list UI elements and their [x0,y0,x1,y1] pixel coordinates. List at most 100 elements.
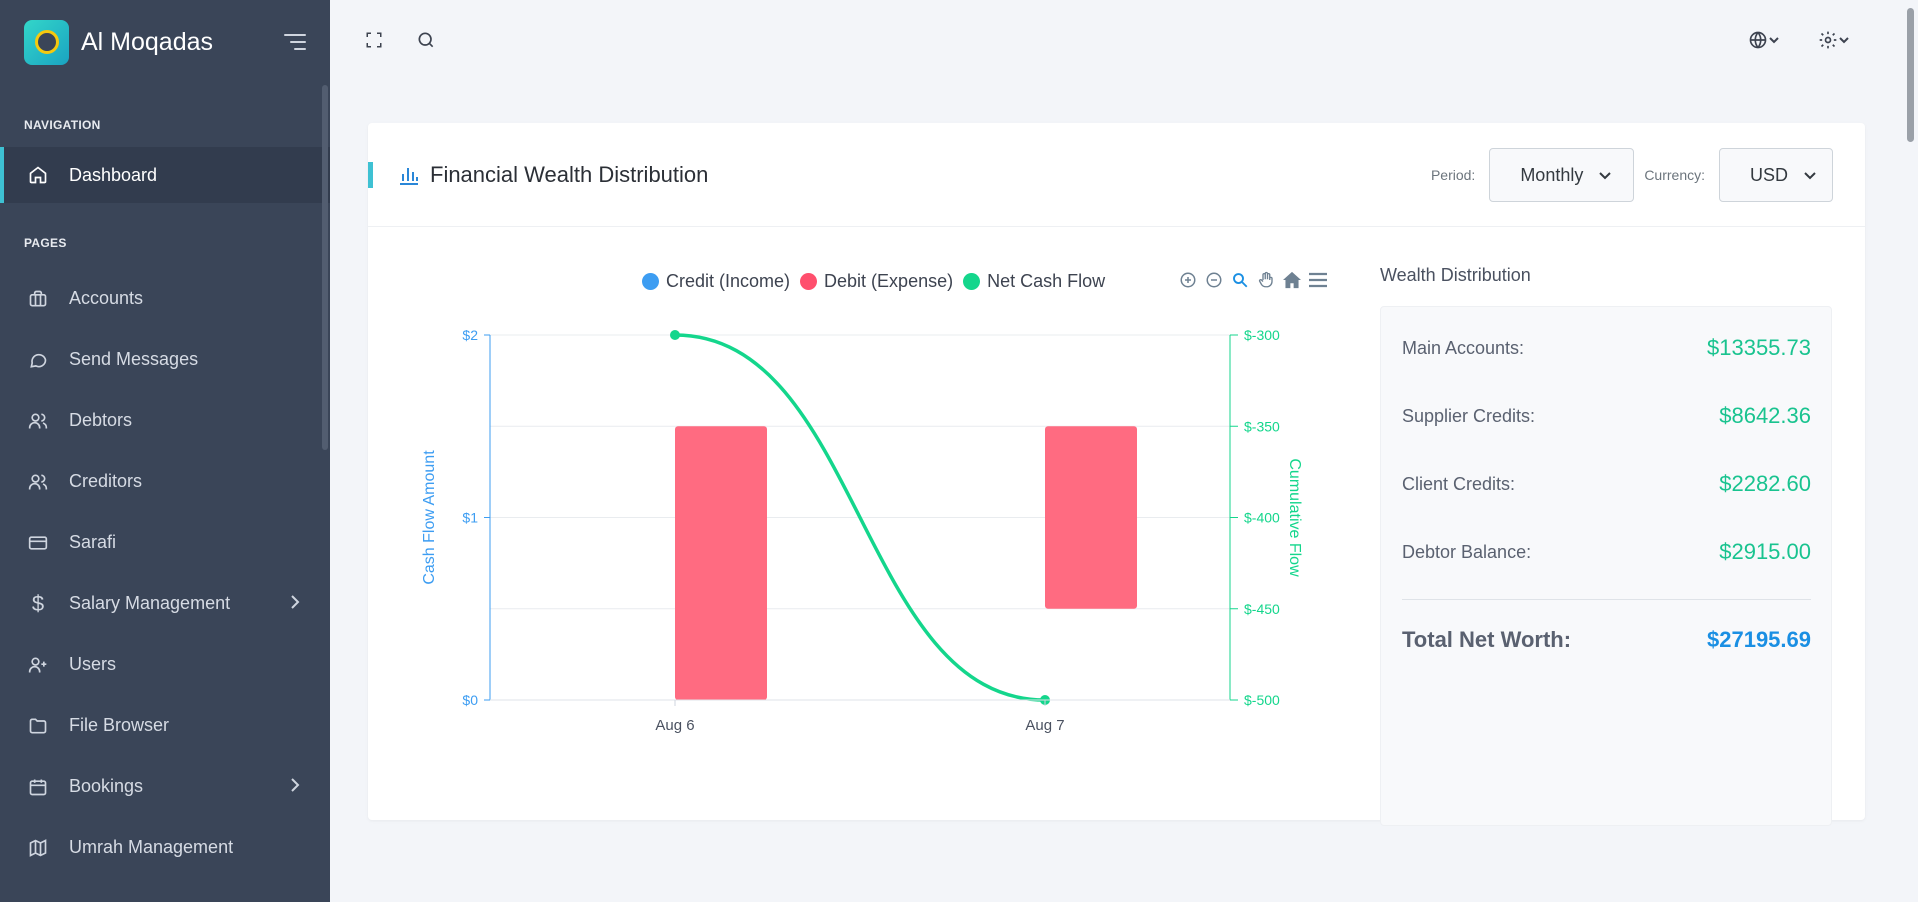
menu-toggle-icon[interactable] [284,34,306,50]
bar-chart-icon [398,165,420,185]
wealth-row-total: Total Net Worth: $27195.69 [1402,627,1811,653]
scrollbar-thumb[interactable] [1907,8,1914,142]
wealth-row-supplier-credits: Supplier Credits: $8642.36 [1402,403,1811,429]
folder-icon [27,715,49,737]
y2-axis-title: Cumulative Flow [1286,458,1303,577]
debit-bar [675,426,767,700]
legend-item-net-cash-flow[interactable]: Net Cash Flow [963,271,1105,292]
credit-card-icon [27,532,49,554]
brand-name: Al Moqadas [81,27,214,56]
y2-tick-label: $-500 [1244,692,1280,708]
sidebar-item-label: Bookings [69,776,144,796]
sidebar-item-users[interactable]: Users [0,634,330,695]
y2-tick-label: $-400 [1244,510,1280,526]
sidebar-item-label: Salary Management [69,593,231,613]
briefcase-icon [27,288,49,310]
chart-toolbar [1175,268,1331,292]
fullscreen-icon[interactable] [362,28,386,52]
period-select[interactable]: Monthly [1489,148,1635,202]
sidebar-item-send-messages[interactable]: Send Messages [0,329,330,390]
legend-marker [642,273,659,290]
users-icon [27,410,49,432]
sidebar-item-salary-management[interactable]: $ Salary Management [0,573,330,634]
app-logo[interactable] [24,19,69,65]
sidebar-item-label: Debtors [69,410,133,430]
sidebar-item-sarafi[interactable]: Sarafi [0,512,330,573]
chart-legend: Credit (Income) Debit (Expense) Net Cash… [642,271,1115,292]
user-plus-icon [27,654,49,676]
filters: Period: Monthly Currency: USD [1431,148,1833,202]
chevron-right-icon [290,776,300,797]
debit-bar [1045,426,1137,609]
search-icon[interactable] [414,28,438,52]
settings-dropdown[interactable] [1814,28,1854,52]
legend-item-debit[interactable]: Debit (Expense) [800,271,953,292]
wealth-value: $2282.60 [1719,471,1811,496]
pan-hand-icon[interactable] [1253,268,1279,292]
card-title: Financial Wealth Distribution [430,161,709,187]
topbar [330,0,1903,84]
wealth-row-client-credits: Client Credits: $2282.60 [1402,471,1811,497]
sidebar-item-dashboard[interactable]: Dashboard [0,147,330,203]
section-title-pages: PAGES [24,236,67,250]
x-tick-label: Aug 7 [1025,717,1064,734]
legend-label: Debit (Expense) [824,271,954,291]
legend-marker [800,273,818,290]
chevron-down-icon [1839,37,1849,44]
reset-home-icon[interactable] [1279,268,1305,292]
wealth-row-main-accounts: Main Accounts: $13355.73 [1402,335,1811,361]
y2-tick-label: $-300 [1244,327,1280,343]
brand: Al Moqadas [0,0,330,84]
sidebar-item-file-browser[interactable]: File Browser [0,695,330,756]
wealth-label: Main Accounts: [1402,337,1525,358]
chart-menu-icon[interactable] [1305,268,1331,292]
sidebar-item-label: Creditors [69,471,143,491]
selection-zoom-icon[interactable] [1227,268,1253,292]
chevron-down-icon [1804,168,1816,183]
total-value: $27195.69 [1707,627,1811,652]
x-tick-label: Aug 6 [655,717,694,734]
users-icon [27,471,49,493]
chevron-down-icon [1599,168,1612,183]
y2-tick-label: $-350 [1244,418,1280,434]
page-scrollbar[interactable] [1903,0,1918,902]
zoom-out-icon[interactable] [1201,268,1227,292]
sidebar-item-umrah-management[interactable]: Umrah Management [0,817,330,878]
gear-icon [1819,31,1837,49]
wealth-label: Debtor Balance: [1402,541,1532,562]
language-dropdown[interactable] [1744,28,1784,52]
wealth-title: Wealth Distribution [1380,265,1531,285]
y-tick-label: $2 [462,327,478,343]
wealth-value: $13355.73 [1707,335,1811,360]
y-tick-label: $0 [462,692,478,708]
currency-label: Currency: [1644,167,1705,183]
sidebar-scrollbar[interactable] [322,85,328,450]
sidebar-item-label: Users [69,654,117,674]
y-tick-label: $1 [462,510,478,526]
sidebar-item-accounts[interactable]: Accounts [0,268,330,329]
sidebar-item-label: Dashboard [69,164,158,185]
legend-label: Credit (Income) [666,271,791,291]
sidebar-item-label: Accounts [69,288,144,308]
chevron-down-icon [1769,37,1779,44]
divider [1402,599,1811,600]
sidebar-item-debtors[interactable]: Debtors [0,390,330,451]
dollar-icon: $ [31,590,45,616]
zoom-in-icon[interactable] [1175,268,1201,292]
legend-item-credit[interactable]: Credit (Income) [642,271,790,292]
cash-flow-chart: $-500 $-450 $-400 $-350 $-300 $0 $1 $2 Aug 6 Aug … [421,327,1303,734]
wealth-panel: Main Accounts: $13355.73 Supplier Credit… [1380,306,1832,826]
chevron-right-icon [290,593,300,614]
sidebar-item-bookings[interactable]: Bookings [0,756,330,817]
message-icon [27,349,49,371]
period-value: Monthly [1520,164,1584,185]
sidebar-item-label: File Browser [69,715,170,735]
sidebar-item-label: Umrah Management [69,837,234,857]
sidebar-item-label: Send Messages [69,349,199,369]
currency-select[interactable]: USD [1719,148,1833,202]
sidebar: Al Moqadas NAVIGATION Dashboard PAGES Ac… [0,0,330,902]
period-label: Period: [1430,167,1476,183]
wealth-value: $2915.00 [1719,539,1811,564]
wealth-value: $8642.36 [1719,403,1811,428]
sidebar-item-creditors[interactable]: Creditors [0,451,330,512]
